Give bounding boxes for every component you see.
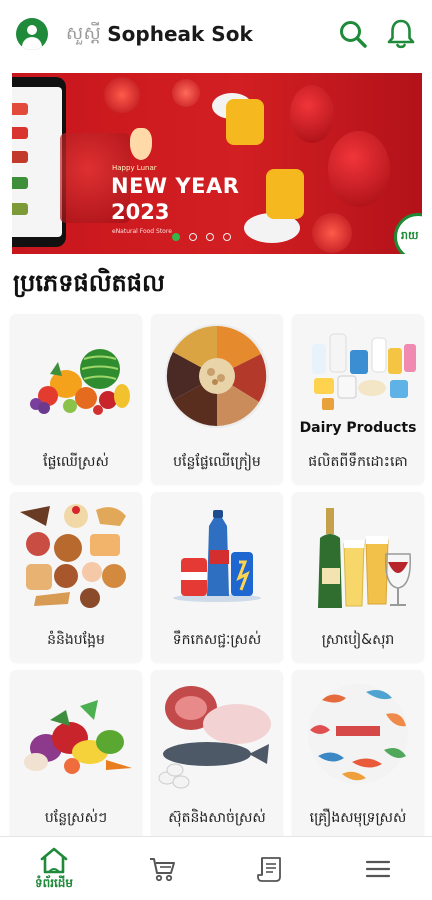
section-title: ប្រភេទផលិតផល (13, 269, 165, 297)
nav-item-menu[interactable] (324, 837, 432, 900)
flower-decoration (172, 79, 200, 107)
greeting-text: សួស្តី (66, 22, 102, 44)
banner-headline-line2: 2023 (111, 200, 170, 224)
seafood-image (308, 684, 408, 784)
rabbit-decoration (130, 128, 152, 160)
category-label: នំនិងបង្អែម (47, 632, 105, 648)
dried-fruit-image (165, 324, 269, 428)
red-lantern-decoration (290, 85, 334, 143)
beer-wine-image (318, 508, 411, 608)
banner-dot[interactable] (206, 233, 214, 241)
banner-headline-line1: NEW YEAR (111, 174, 240, 198)
yellow-lantern-decoration (266, 169, 304, 219)
category-label: បន្លែស្រស់ៗ (44, 810, 108, 826)
category-label: ផ្លែឈើស្រស់ (43, 454, 109, 470)
fruit-image (30, 349, 130, 415)
banner-pagination (172, 233, 231, 241)
category-card-desserts[interactable]: នំនិងបង្អែម (10, 492, 142, 662)
banner-dot[interactable] (189, 233, 197, 241)
nav-item-cart[interactable] (108, 837, 216, 900)
yellow-lantern-decoration (226, 99, 264, 145)
nav-item-orders[interactable] (216, 837, 324, 900)
category-card-drinks[interactable]: ទឹកកេសជ្ជៈស្រស់ (151, 492, 283, 662)
category-card-beer-wine[interactable]: ស្រាបៀ&សុរា (292, 492, 424, 662)
banner-tagline: Happy Lunar (112, 164, 157, 172)
promo-banner[interactable]: Happy Lunar NEW YEAR 2023 eNatural Food … (12, 73, 422, 254)
category-label: បន្លែផ្លែឈើក្រៀម (173, 454, 261, 470)
desserts-image (20, 504, 126, 608)
category-label: ស្រាបៀ&សុរា (321, 632, 395, 648)
category-card-vegetables[interactable]: បន្លែស្រស់ៗ (10, 670, 142, 840)
flower-decoration (312, 213, 352, 253)
bottom-navigation: ទំព័រដើម (0, 836, 432, 900)
dairy-products-caption: Dairy Products (299, 420, 417, 436)
home-icon (40, 847, 68, 873)
phone-mockup-image (12, 77, 66, 247)
banner-brand: eNatural Food Store (112, 228, 172, 235)
brand-stamp-text: រាយ (401, 229, 419, 242)
red-lantern-decoration (328, 131, 390, 207)
banner-dot[interactable] (223, 233, 231, 241)
menu-icon (365, 860, 391, 878)
category-card-seafood[interactable]: គ្រឿងសមុទ្រស្រស់ (292, 670, 424, 840)
vegetables-image (24, 700, 132, 774)
banner-dot[interactable] (172, 233, 180, 241)
bell-icon[interactable] (384, 17, 418, 51)
category-label: ទឹកកេសជ្ជៈស្រស់ (172, 632, 262, 648)
category-card-eggs-meat[interactable]: ស៊ុតនិងសាច់ស្រស់ (151, 670, 283, 840)
category-label: ស៊ុតនិងសាច់ស្រស់ (168, 810, 266, 826)
category-card-dried-fruit[interactable]: បន្លែផ្លែឈើក្រៀម (151, 314, 283, 484)
nav-item-home[interactable]: ទំព័រដើម (0, 837, 108, 900)
username-text: Sopheak Sok (107, 22, 253, 46)
category-card-fresh-fruit[interactable]: ផ្លែឈើស្រស់ (10, 314, 142, 484)
nav-item-label: ទំព័រដើម (34, 875, 74, 890)
cart-icon (150, 858, 175, 882)
drinks-image (173, 510, 261, 602)
user-avatar-icon[interactable] (16, 18, 48, 50)
search-icon[interactable] (336, 17, 370, 51)
category-label: ផលិតពីទឹកដោះគោ (308, 454, 408, 470)
category-card-dairy[interactable]: Dairy Products ផលិតពីទឹកដោះគោ (292, 314, 424, 484)
eggs-meat-image (158, 686, 271, 789)
app-header: សួស្តី Sopheak Sok (0, 0, 432, 68)
flower-decoration (104, 77, 140, 113)
category-label: គ្រឿងសមុទ្រស្រស់ (309, 810, 407, 826)
brand-stamp: រាយ (394, 213, 422, 254)
receipt-icon (257, 857, 281, 882)
